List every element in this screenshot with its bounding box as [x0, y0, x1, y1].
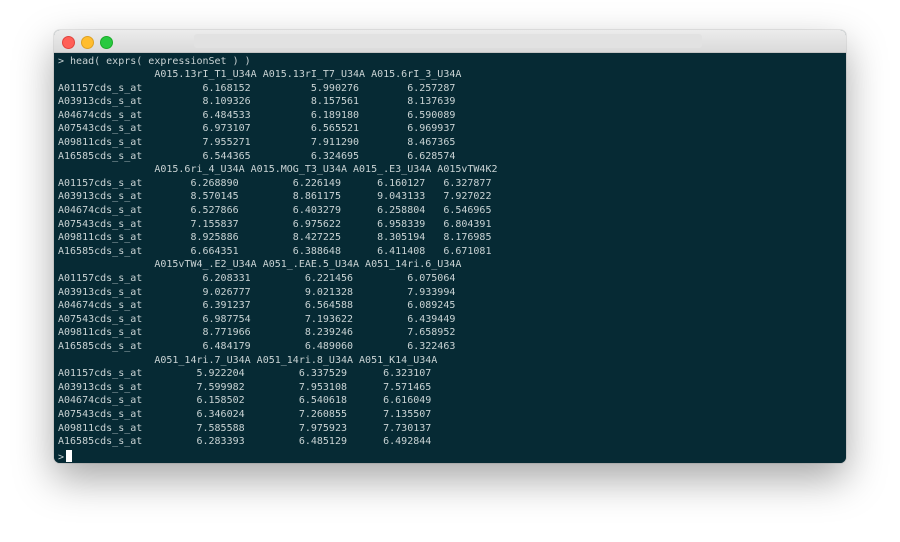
terminal-window: > head( exprs( expressionSet ) ) > A015.…	[54, 30, 846, 463]
data-row: A07543cds_s_at 6.346024 7.260855 7.13550…	[58, 409, 432, 420]
column-header-row: A015vTW4_.E2_U34A A051_.EAE.5_U34A A051_…	[58, 259, 462, 271]
data-row: A09811cds_s_at 7.955271 7.911290 8.46736…	[58, 137, 456, 148]
data-row: A04674cds_s_at 6.527866 6.403279 6.25880…	[58, 205, 492, 216]
title-bar[interactable]	[54, 30, 846, 53]
data-row: A16585cds_s_at 6.544365 6.324695 6.62857…	[58, 150, 456, 162]
data-row: A01157cds_s_at 5.922204 6.337529 6.32310…	[58, 368, 432, 380]
column-header-row: A015.6ri_4_U34A A015.MOG_T3_U34A A015_.E…	[58, 164, 498, 176]
data-row: A09811cds_s_at 8.771966 8.239246 7.65895…	[58, 327, 456, 339]
data-row: A07543cds_s_at 6.973107 6.565521 6.96993…	[58, 123, 456, 135]
data-row: A03913cds_s_at 9.026777 9.021328 7.93399…	[58, 286, 456, 298]
terminal-output[interactable]: > head( exprs( expressionSet ) ) > A015.…	[54, 53, 846, 463]
column-header-row: A015.13rI_T1_U34A A015.13rI_T7_U34A A015…	[58, 69, 462, 80]
data-row: A16585cds_s_at 6.283393 6.485129 6.49284…	[58, 436, 432, 448]
text-cursor	[66, 450, 73, 462]
data-row: A03913cds_s_at 8.109326 8.157561 8.13763…	[58, 96, 456, 108]
data-row: A04674cds_s_at 6.391237 6.564588 6.08924…	[58, 300, 456, 312]
prompt-line[interactable]: >	[58, 450, 73, 463]
data-row: A16585cds_s_at 6.664351 6.388648 6.41140…	[58, 245, 492, 257]
zoom-button[interactable]	[100, 36, 113, 49]
close-button[interactable]	[62, 36, 75, 49]
data-row: A16585cds_s_at 6.484179 6.489060 6.32246…	[58, 341, 456, 352]
data-row: A07543cds_s_at 7.155837 6.975622 6.95833…	[58, 218, 492, 230]
data-row: A03913cds_s_at 8.570145 8.861175 9.04313…	[58, 191, 492, 203]
data-row: A04674cds_s_at 6.158502 6.540618 6.61604…	[58, 395, 432, 407]
prompt-symbol: >	[58, 452, 65, 463]
tab-strip[interactable]	[194, 34, 702, 48]
data-row: A09811cds_s_at 7.585588 7.975923 7.73013…	[58, 422, 432, 434]
data-row: A07543cds_s_at 6.987754 7.193622 6.43944…	[58, 313, 456, 325]
minimize-button[interactable]	[81, 36, 94, 49]
data-row: A03913cds_s_at 7.599982 7.953108 7.57146…	[58, 381, 432, 393]
data-row: A09811cds_s_at 8.925886 8.427225 8.30519…	[58, 232, 492, 244]
data-row: A04674cds_s_at 6.484533 6.189180 6.59008…	[58, 109, 456, 121]
data-row: A01157cds_s_at 6.268890 6.226149 6.16012…	[58, 177, 492, 189]
command-line: > head( exprs( expressionSet ) )	[58, 56, 251, 67]
data-row: A01157cds_s_at 6.168152 5.990276 6.25728…	[58, 82, 456, 94]
data-row: A01157cds_s_at 6.208331 6.221456 6.07506…	[58, 273, 456, 284]
column-header-row: A051_14ri.7_U34A A051_14ri.8_U34A A051_K…	[58, 354, 438, 366]
